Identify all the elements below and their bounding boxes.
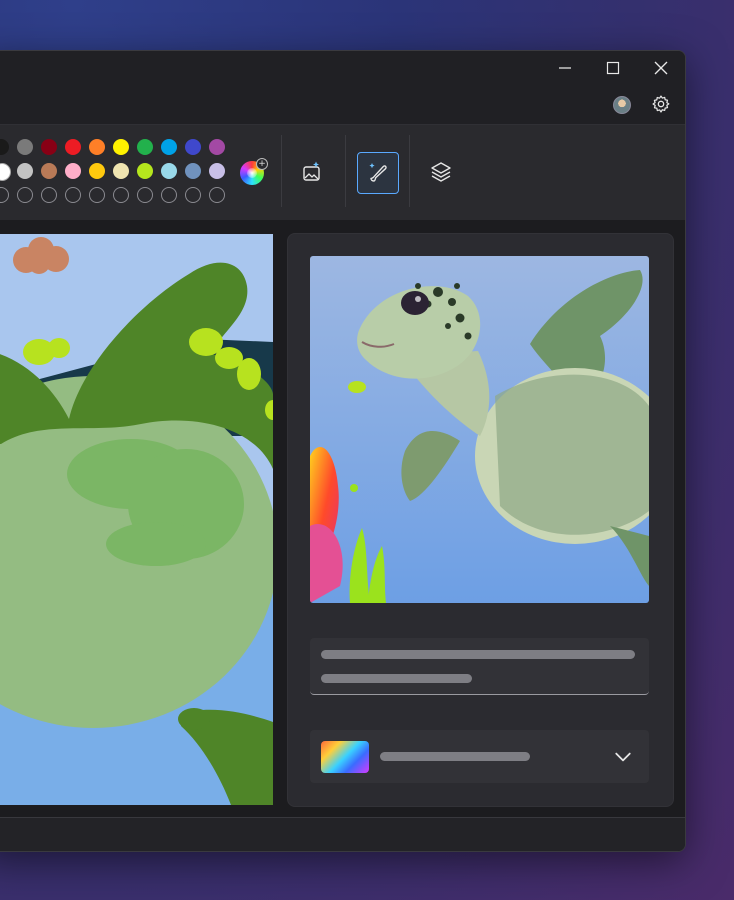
style-label-placeholder	[380, 752, 530, 761]
color-swatch[interactable]	[185, 139, 201, 155]
color-swatch[interactable]	[41, 163, 57, 179]
color-swatch[interactable]	[113, 139, 129, 155]
layers-icon	[431, 162, 451, 182]
turtle-image	[310, 256, 649, 603]
image-creator-button[interactable]	[292, 152, 332, 192]
custom-color-slot[interactable]	[137, 187, 153, 203]
generated-image-preview[interactable]	[310, 256, 649, 603]
color-swatch[interactable]	[17, 139, 33, 155]
title-bar	[0, 51, 685, 124]
cocreator-button[interactable]	[357, 152, 399, 194]
custom-color-slot[interactable]	[17, 187, 33, 203]
drawing-canvas[interactable]	[0, 234, 273, 805]
cocreator-brush-icon	[369, 163, 387, 182]
color-swatch[interactable]	[41, 139, 57, 155]
settings-button[interactable]	[651, 94, 671, 114]
maximize-icon	[606, 61, 620, 75]
custom-color-slot[interactable]	[113, 187, 129, 203]
color-swatch[interactable]	[209, 163, 225, 179]
chevron-down-icon	[615, 752, 631, 762]
close-button[interactable]	[637, 51, 685, 85]
color-swatch[interactable]	[65, 163, 81, 179]
paint-window: +	[0, 50, 686, 852]
edit-colors-button[interactable]: +	[240, 158, 268, 185]
turtle-sketch	[0, 234, 273, 805]
toolbar-divider	[345, 135, 346, 207]
style-thumbnail	[321, 741, 369, 773]
custom-color-slot[interactable]	[41, 187, 57, 203]
color-swatch[interactable]	[209, 139, 225, 155]
gear-icon	[652, 95, 670, 113]
custom-color-slot[interactable]	[161, 187, 177, 203]
layers-button[interactable]	[421, 152, 461, 192]
minimize-button[interactable]	[541, 51, 589, 85]
color-swatch[interactable]	[137, 139, 153, 155]
custom-color-slot[interactable]	[65, 187, 81, 203]
avatar[interactable]	[613, 96, 631, 114]
minimize-icon	[559, 67, 571, 69]
prompt-input[interactable]	[310, 638, 649, 695]
custom-color-slot[interactable]	[185, 187, 201, 203]
prompt-text-placeholder	[321, 674, 472, 683]
prompt-text-placeholder	[321, 650, 635, 659]
image-creator-icon	[303, 161, 320, 181]
custom-color-slot[interactable]	[209, 187, 225, 203]
add-color-icon: +	[256, 158, 268, 170]
color-swatch[interactable]	[65, 139, 81, 155]
color-swatch[interactable]	[89, 163, 105, 179]
color-swatch[interactable]	[185, 163, 201, 179]
status-bar	[0, 817, 685, 851]
color-swatch[interactable]	[161, 139, 177, 155]
cocreator-panel	[287, 233, 674, 807]
toolbar-divider	[409, 135, 410, 207]
custom-color-slot[interactable]	[89, 187, 105, 203]
color-wheel-icon	[247, 168, 257, 178]
style-dropdown[interactable]	[310, 730, 649, 783]
color-swatch[interactable]	[137, 163, 153, 179]
maximize-button[interactable]	[589, 51, 637, 85]
color-swatch[interactable]	[161, 163, 177, 179]
close-icon	[654, 61, 668, 75]
color-swatch[interactable]	[17, 163, 33, 179]
toolbar-divider	[281, 135, 282, 207]
color-swatch[interactable]	[113, 163, 129, 179]
color-swatch[interactable]	[89, 139, 105, 155]
